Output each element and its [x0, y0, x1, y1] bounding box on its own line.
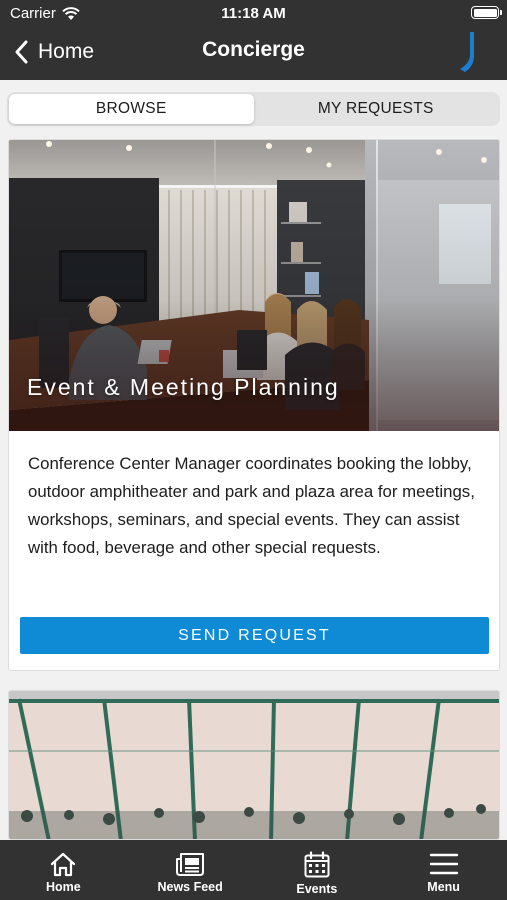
- segment-browse[interactable]: BROWSE: [9, 94, 254, 124]
- tab-menu-label: Menu: [427, 880, 460, 894]
- tab-events[interactable]: Events: [254, 840, 381, 900]
- battery-icon: [471, 6, 502, 19]
- status-bar: Carrier 11:18 AM: [0, 0, 507, 26]
- tab-bar: Home News Feed Events Menu: [0, 840, 507, 900]
- tab-news-feed[interactable]: News Feed: [127, 840, 254, 900]
- card-description: Conference Center Manager coordinates bo…: [28, 454, 475, 557]
- send-request-button[interactable]: SEND REQUEST: [20, 617, 489, 654]
- tab-home-label: Home: [46, 880, 81, 894]
- tab-home[interactable]: Home: [0, 840, 127, 900]
- segmented-control: BROWSE MY REQUESTS: [7, 92, 500, 126]
- calendar-icon: [304, 851, 330, 878]
- tab-news-feed-label: News Feed: [157, 880, 223, 894]
- back-button[interactable]: Home: [14, 36, 94, 68]
- hamburger-menu-icon: [429, 853, 458, 875]
- chevron-left-icon: [15, 40, 28, 64]
- card-photo-caption: Event & Meeting Planning: [27, 374, 340, 400]
- tab-menu[interactable]: Menu: [380, 840, 507, 900]
- segment-my-requests[interactable]: MY REQUESTS: [254, 94, 499, 124]
- tab-events-label: Events: [296, 882, 338, 896]
- service-card-2: [8, 690, 500, 840]
- navigation-bar: Home Concierge: [0, 30, 507, 76]
- j-logo-icon: [460, 32, 474, 72]
- back-label: Home: [38, 40, 95, 63]
- top-bar: Carrier 11:18 AM Home Concierge: [0, 0, 507, 80]
- newspaper-icon: [176, 853, 205, 876]
- house-icon: [51, 852, 76, 877]
- card-photo[interactable]: Event & Meeting Planning: [9, 140, 499, 431]
- clock: 11:18 AM: [221, 5, 286, 22]
- workspace-photo[interactable]: [9, 691, 500, 840]
- service-card: Event & Meeting Planning Conference Cent…: [8, 139, 500, 671]
